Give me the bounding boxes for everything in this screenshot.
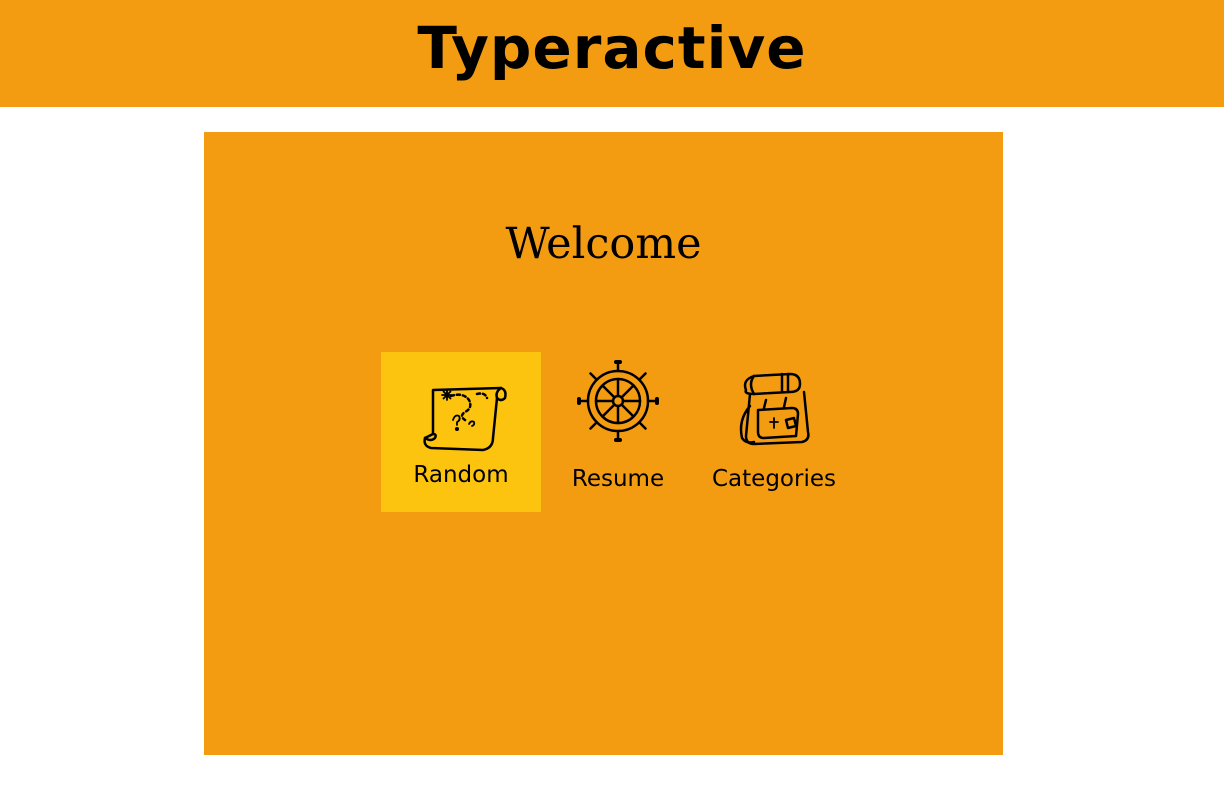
random-label: Random bbox=[413, 462, 509, 488]
categories-button[interactable]: Categories bbox=[694, 352, 854, 512]
categories-label: Categories bbox=[712, 466, 836, 492]
header-bar: Typeractive bbox=[0, 0, 1224, 107]
resume-label: Resume bbox=[571, 466, 665, 492]
resume-button[interactable]: Resume bbox=[538, 352, 698, 512]
ship-wheel-icon bbox=[568, 356, 668, 446]
treasure-map-icon bbox=[411, 368, 511, 458]
backpack-icon bbox=[724, 362, 824, 452]
welcome-heading: Welcome bbox=[505, 219, 702, 269]
random-button[interactable]: Random bbox=[381, 352, 541, 512]
main-panel: Welcome Random Resume Categories bbox=[204, 132, 1003, 755]
app-title: Typeractive bbox=[417, 14, 807, 82]
